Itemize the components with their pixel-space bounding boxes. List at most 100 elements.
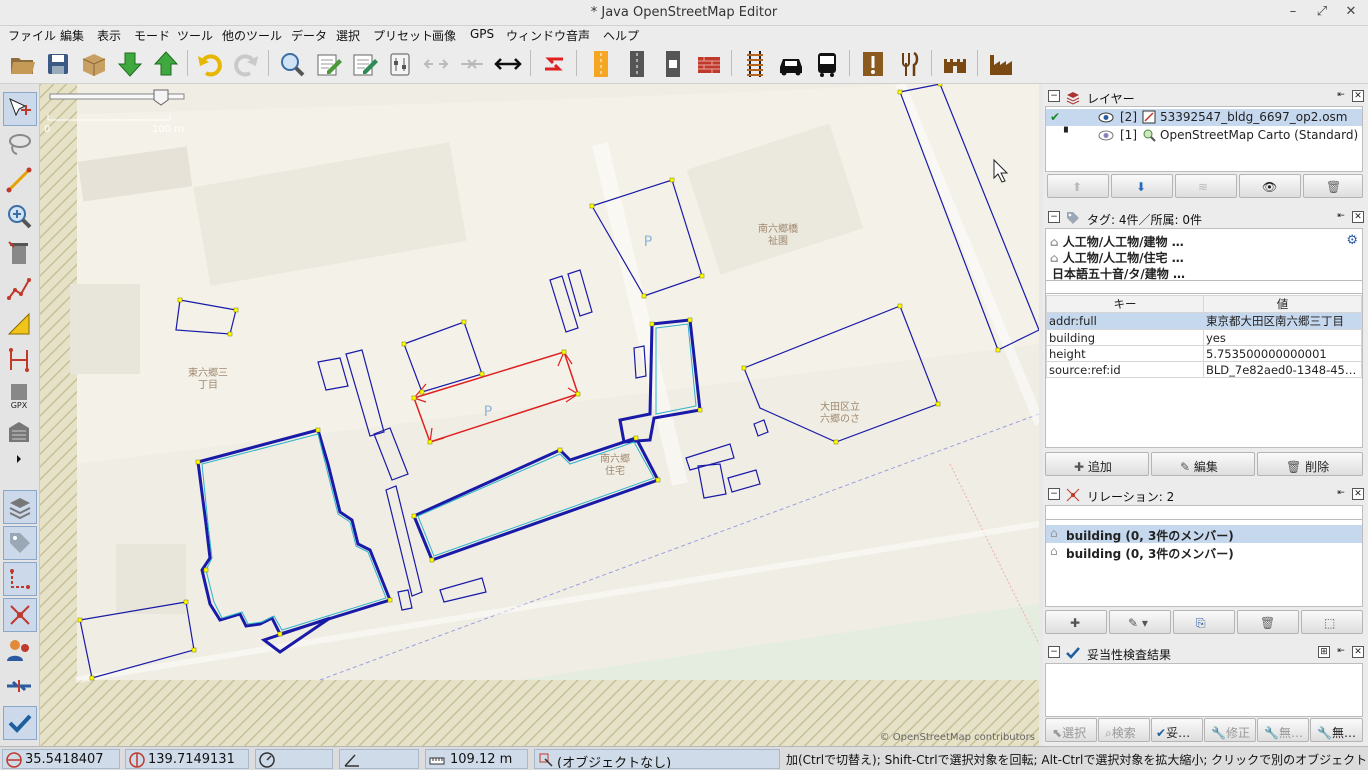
table-row[interactable]: source:ref:id BLD_7e82aed0-1348-45…: [1046, 361, 1362, 378]
validator-icon[interactable]: [3, 706, 37, 740]
collapse-icon[interactable]: −: [1048, 211, 1060, 223]
validate-button[interactable]: ✔妥…: [1151, 718, 1203, 742]
menu-file[interactable]: ファイル: [8, 27, 56, 44]
preferences-icon[interactable]: [382, 46, 416, 80]
layers-panel-header[interactable]: − レイヤー ⇤ ✕: [1045, 87, 1366, 107]
combine-icon[interactable]: [454, 46, 488, 80]
delete-relation-button[interactable]: 🗑: [1237, 610, 1299, 634]
menu-imagery[interactable]: 画像: [432, 27, 456, 44]
reverse-icon[interactable]: [536, 46, 570, 80]
draw-icon[interactable]: [3, 164, 37, 198]
car-icon[interactable]: [773, 46, 807, 80]
ignore-issue-button[interactable]: 🔧無…: [1257, 718, 1309, 742]
tag-value[interactable]: yes: [1203, 329, 1362, 346]
column-key[interactable]: キー: [1046, 295, 1204, 313]
edit-tag-button[interactable]: ✎ 編集: [1151, 452, 1255, 476]
layers-icon[interactable]: [3, 490, 37, 524]
delete-tag-button[interactable]: 🗑 削除: [1257, 452, 1363, 476]
tag-value[interactable]: 5.753500000000001: [1203, 345, 1362, 362]
warning-icon[interactable]: [855, 46, 889, 80]
ignore-list-button[interactable]: 🔧無…: [1310, 718, 1363, 742]
map-attribution[interactable]: © OpenStreetMap contributors: [880, 732, 1035, 743]
open-icon[interactable]: [4, 46, 38, 80]
select-members-button[interactable]: ⬚: [1301, 610, 1363, 634]
table-row[interactable]: addr:full 東京都大田区南六郷三丁目: [1046, 312, 1362, 330]
upload-icon[interactable]: [148, 46, 182, 80]
preset-item[interactable]: ⌂ 人工物/人工物/建物 …: [1050, 233, 1184, 250]
tag-value[interactable]: BLD_7e82aed0-1348-45…: [1203, 361, 1362, 378]
duplicate-relation-button[interactable]: ⎘: [1173, 610, 1235, 634]
menu-view[interactable]: 表示: [97, 27, 121, 44]
list-item[interactable]: ⌂ building (0, 3件のメンバー): [1046, 525, 1362, 543]
relations-panel-header[interactable]: − リレーション: 2 ⇤ ✕: [1045, 485, 1366, 505]
table-row[interactable]: height 5.753500000000001: [1046, 345, 1362, 362]
save-icon[interactable]: [40, 46, 74, 80]
users-icon[interactable]: [3, 634, 37, 668]
expand-icon[interactable]: [3, 452, 37, 466]
tag-key[interactable]: building: [1046, 329, 1204, 346]
menu-data[interactable]: データ: [291, 27, 327, 44]
preset-item[interactable]: ⌂ 人工物/人工物/住宅 …: [1050, 249, 1184, 266]
panel-close-icon[interactable]: ✕: [1352, 488, 1364, 500]
panel-close-icon[interactable]: ✕: [1352, 646, 1364, 658]
layer-row[interactable]: ▘ [1] OpenStreetMap Carto (Standard): [1046, 127, 1362, 144]
align-icon[interactable]: [490, 46, 524, 80]
select-issue-button[interactable]: ⬉選択: [1045, 718, 1097, 742]
delete-layer-button[interactable]: 🗑: [1303, 174, 1363, 198]
tags-icon[interactable]: [3, 526, 37, 560]
conflict-icon[interactable]: [3, 670, 37, 704]
lookup-issue-button[interactable]: ⌕検索: [1098, 718, 1150, 742]
collapse-icon[interactable]: −: [1048, 488, 1060, 500]
maximize-button[interactable]: ⤢: [1313, 4, 1331, 19]
edit-alt-icon[interactable]: [346, 46, 380, 80]
menu-help[interactable]: ヘルプ: [603, 27, 639, 44]
panel-close-icon[interactable]: ✕: [1352, 211, 1364, 223]
undo-icon[interactable]: [192, 46, 226, 80]
collapse-icon[interactable]: −: [1048, 646, 1060, 658]
restaurant-icon[interactable]: [891, 46, 925, 80]
menu-windows[interactable]: ウィンドウ: [506, 27, 566, 44]
edit-relation-button[interactable]: ✎ ▾: [1109, 610, 1171, 634]
parallel-icon[interactable]: [3, 344, 37, 378]
upload-package-icon[interactable]: [76, 46, 110, 80]
zoom-mode-icon[interactable]: [3, 200, 37, 234]
building-icon[interactable]: [3, 416, 37, 450]
menu-more-tools[interactable]: 他のツール: [222, 27, 282, 44]
column-value[interactable]: 値: [1203, 295, 1362, 313]
detach-icon[interactable]: ⇤: [1335, 488, 1347, 500]
table-row[interactable]: building yes: [1046, 329, 1362, 346]
bus-icon[interactable]: [809, 46, 843, 80]
move-down-button[interactable]: ⬇: [1111, 174, 1173, 198]
lasso-icon[interactable]: [3, 128, 37, 162]
fix-issue-button[interactable]: 🔧修正: [1204, 718, 1256, 742]
menu-mode[interactable]: モード: [134, 27, 170, 44]
minimize-button[interactable]: –: [1284, 4, 1302, 19]
menu-presets[interactable]: プリセット: [373, 27, 433, 44]
relation-icon[interactable]: [3, 562, 37, 596]
list-item[interactable]: ⌂ building (0, 3件のメンバー): [1046, 543, 1362, 561]
split-icon[interactable]: [418, 46, 452, 80]
tags-panel-header[interactable]: − タグ: 4件／所属: 0件 ⇤ ✕: [1045, 208, 1366, 228]
detach-icon[interactable]: ⇤: [1335, 646, 1347, 658]
toggle-visibility-button[interactable]: 👁: [1239, 174, 1301, 198]
tag-filter-input[interactable]: [1046, 280, 1362, 294]
tag-key[interactable]: addr:full: [1046, 312, 1204, 330]
measure-icon[interactable]: [3, 308, 37, 342]
menu-edit[interactable]: 編集: [60, 27, 84, 44]
edit-icon[interactable]: [310, 46, 344, 80]
detach-icon[interactable]: ⇤: [1335, 211, 1347, 223]
collapse-icon[interactable]: −: [1048, 90, 1060, 102]
layer-row-active[interactable]: ✔ [2] 53392547_bldg_6697_op2.osm: [1046, 109, 1362, 126]
relation-list-icon[interactable]: [3, 598, 37, 632]
new-relation-button[interactable]: ✚: [1045, 610, 1107, 634]
redo-icon[interactable]: [228, 46, 262, 80]
zoom-icon[interactable]: [274, 46, 308, 80]
visibility-eye-icon[interactable]: [1098, 130, 1114, 141]
road-dashed-icon[interactable]: [619, 46, 653, 80]
merge-layer-button[interactable]: ≋: [1175, 174, 1237, 198]
delete-icon[interactable]: [3, 236, 37, 270]
tag-key[interactable]: height: [1046, 345, 1204, 362]
traffic-light-icon[interactable]: [655, 46, 689, 80]
factory-icon[interactable]: [983, 46, 1017, 80]
add-tag-button[interactable]: ✚ 追加: [1045, 452, 1149, 476]
